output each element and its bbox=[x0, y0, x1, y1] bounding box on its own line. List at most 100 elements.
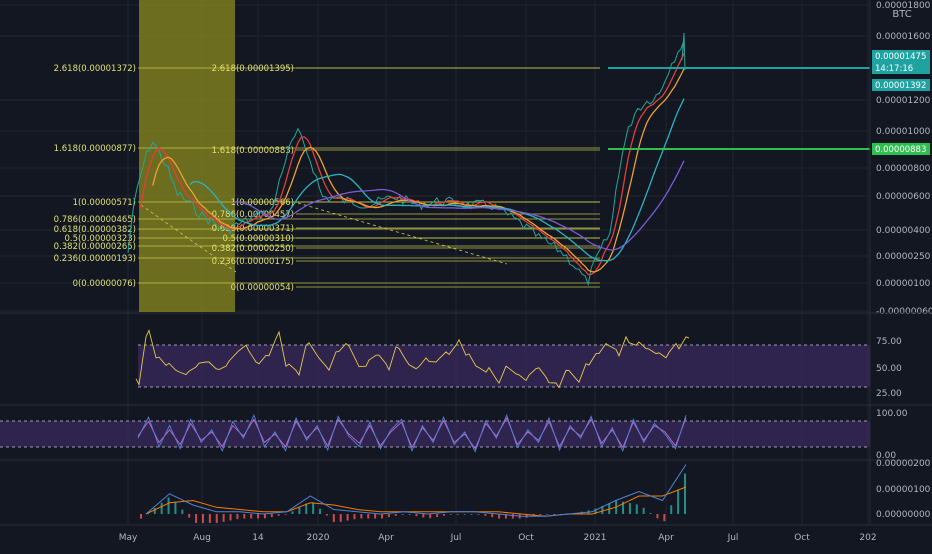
price-tag-text: 14:17:16 bbox=[875, 64, 913, 74]
macd-histogram-bar bbox=[442, 514, 445, 516]
macd-histogram-bar bbox=[291, 511, 294, 514]
macd-histogram-bar bbox=[277, 514, 280, 516]
macd-histogram-bar bbox=[456, 514, 459, 515]
macd-histogram-bar bbox=[374, 514, 377, 519]
macd-histogram-bar bbox=[229, 514, 232, 521]
price-tick-label: 0.00001000 bbox=[876, 127, 931, 137]
macd-histogram-bar bbox=[436, 514, 439, 517]
macd-histogram-bar bbox=[222, 514, 225, 522]
macd-histogram-bar bbox=[401, 514, 404, 515]
macd-histogram-bar bbox=[511, 514, 514, 519]
macd-tick-label: 0.00000100 bbox=[876, 485, 931, 495]
macd-histogram-bar bbox=[635, 504, 638, 514]
macd-histogram-bar bbox=[449, 514, 452, 515]
x-tick-label: Oct bbox=[518, 533, 534, 543]
macd-histogram-bar bbox=[628, 503, 631, 514]
stoch-tick-label: 100.00 bbox=[876, 409, 908, 419]
price-tag-text: 0.00001392 bbox=[875, 81, 926, 91]
fib-level-label: 0.5(0.00000310) bbox=[222, 234, 294, 244]
macd-histogram-bar bbox=[484, 514, 487, 516]
macd-histogram-bar bbox=[236, 514, 239, 520]
fib-level-label: 2.618(0.00001395) bbox=[212, 64, 294, 74]
macd-histogram-bar bbox=[208, 514, 211, 523]
price-tick-label: 0.00000100 bbox=[876, 279, 931, 289]
fib-level-label: 0.236(0.00000175) bbox=[212, 257, 294, 267]
price-tick-label: 0.00001600 bbox=[876, 32, 931, 42]
macd-histogram-bar bbox=[649, 513, 652, 514]
macd-histogram-bar bbox=[429, 514, 432, 519]
rsi-tick-label: 50.00 bbox=[876, 364, 902, 374]
price-tick-label: 0.00000400 bbox=[876, 226, 931, 236]
macd-histogram-bar bbox=[167, 497, 170, 514]
trading-chart[interactable]: 2.618(0.00001372) 1.618(0.00000877) 1(0.00… bbox=[0, 0, 932, 550]
x-tick-label: Apr bbox=[658, 533, 674, 543]
macd-histogram-bar bbox=[312, 502, 315, 514]
x-tick-label: Jul bbox=[727, 533, 739, 543]
fib-level-label: 1(0.00000571) bbox=[73, 198, 136, 208]
macd-histogram-bar bbox=[463, 514, 466, 515]
macd-histogram-bar bbox=[195, 514, 198, 523]
macd-histogram-bar bbox=[201, 514, 204, 523]
rsi-band bbox=[138, 345, 870, 387]
macd-histogram-bar bbox=[381, 514, 384, 519]
stoch-band bbox=[0, 421, 870, 447]
rsi-tick-label: 75.00 bbox=[876, 337, 902, 347]
price-tick-label: 0.00001200 bbox=[876, 96, 931, 106]
x-tick-label: 14 bbox=[252, 533, 264, 543]
fib-level-label: 1.618(0.00000883) bbox=[212, 146, 294, 156]
fib-level-label: 2.618(0.00001372) bbox=[54, 64, 136, 74]
macd-histogram-bar bbox=[360, 514, 363, 519]
macd-histogram-bar bbox=[415, 514, 418, 517]
x-tick-label: Oct bbox=[794, 533, 810, 543]
x-tick-label: May bbox=[119, 533, 138, 543]
price-tick-label: 0.00000600 bbox=[876, 192, 931, 202]
fib-level-label: 0.382(0.00000265) bbox=[54, 242, 136, 252]
x-tick-label: 2021 bbox=[584, 533, 607, 543]
price-tick-label: -0.00000060 bbox=[876, 307, 932, 317]
fib-level-label: 0(0.00000054) bbox=[231, 283, 294, 293]
macd-histogram-bar bbox=[553, 514, 556, 515]
fib-level-label: 1.618(0.00000877) bbox=[54, 144, 136, 154]
macd-histogram-bar bbox=[339, 514, 342, 522]
macd-histogram-bar bbox=[642, 507, 645, 514]
macd-histogram-bar bbox=[491, 514, 494, 518]
macd-histogram-bar bbox=[325, 514, 328, 516]
macd-histogram-bar bbox=[181, 509, 184, 514]
macd-tick-label: 0.00000000 bbox=[876, 510, 931, 520]
macd-histogram-bar bbox=[477, 514, 480, 515]
macd-histogram-bar bbox=[346, 514, 349, 521]
currency-label: BTC bbox=[892, 9, 911, 20]
macd-histogram-bar bbox=[160, 502, 163, 514]
macd-histogram-bar bbox=[470, 514, 473, 515]
macd-histogram-bar bbox=[332, 514, 335, 523]
macd-histogram-bar bbox=[270, 514, 273, 518]
macd-histogram-bar bbox=[422, 514, 425, 518]
macd-histogram-bar bbox=[174, 501, 177, 514]
x-tick-label: 202 bbox=[859, 533, 876, 543]
macd-histogram-bar bbox=[677, 489, 680, 514]
macd-histogram-bar bbox=[353, 514, 356, 520]
macd-histogram-bar bbox=[319, 508, 322, 514]
macd-histogram-bar bbox=[243, 514, 246, 519]
macd-histogram-bar bbox=[367, 514, 370, 519]
macd-histogram-bar bbox=[284, 514, 287, 515]
x-tick-label: Apr bbox=[378, 533, 394, 543]
fib-level-label: 0(0.00000076) bbox=[73, 279, 136, 289]
chart-stage[interactable]: 2.618(0.00001372) 1.618(0.00000877) 1(0.00… bbox=[0, 0, 932, 550]
macd-histogram-bar bbox=[546, 514, 549, 515]
price-tick-label: 0.00000800 bbox=[876, 164, 931, 174]
price-tag-text: 0.00001475 bbox=[875, 52, 926, 62]
macd-histogram-bar bbox=[663, 514, 666, 522]
macd-histogram-bar bbox=[684, 473, 686, 514]
fib-level-label: 0.382(0.00000250) bbox=[212, 244, 294, 254]
macd-histogram-bar bbox=[498, 514, 501, 519]
macd-histogram-bar bbox=[408, 514, 411, 515]
macd-tick-label: 0.00000200 bbox=[876, 459, 931, 469]
price-tick-label: 0.00000250 bbox=[876, 252, 931, 262]
x-tick-label: Aug bbox=[193, 533, 211, 543]
macd-histogram-bar bbox=[298, 507, 301, 514]
x-tick-label: Jul bbox=[450, 533, 462, 543]
macd-histogram-bar bbox=[539, 514, 542, 516]
macd-histogram-bar bbox=[215, 514, 218, 523]
macd-histogram-bar bbox=[656, 514, 659, 519]
